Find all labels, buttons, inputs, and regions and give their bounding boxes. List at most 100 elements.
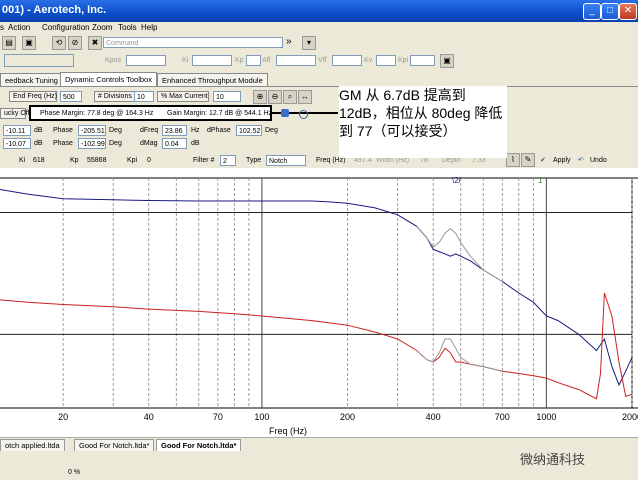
dmag-input[interactable]: 0.04 <box>162 138 187 149</box>
zoom-in-icon[interactable]: ⊕ <box>253 90 267 104</box>
filter-label: Filter # <box>193 157 215 164</box>
zoom-status: 0 % <box>68 469 81 476</box>
slider-knob-icon[interactable] <box>299 110 308 119</box>
x-tick-label: 1000 <box>536 412 556 422</box>
phase-label-1: Phase <box>53 127 73 134</box>
gain-label-kp: Kp <box>235 57 244 64</box>
phase-label-2: Phase <box>53 140 73 147</box>
save-gains-icon[interactable]: ▣ <box>440 54 454 68</box>
phase-margin-text: Phase Margin: 77.8 deg @ 164.3 Hz <box>40 110 154 117</box>
menu-file[interactable]: s <box>0 22 4 34</box>
gain-aff-input[interactable] <box>276 55 316 66</box>
zoom-out-icon[interactable]: ⊖ <box>268 90 282 104</box>
ki-value[interactable]: 618 <box>33 155 45 166</box>
clear-icon[interactable]: ⊘ <box>68 36 82 50</box>
x-tick-label: 40 <box>144 412 154 422</box>
status-bar: 0 % 微纳通科技 <box>0 451 638 480</box>
close-button[interactable]: ✕ <box>619 3 637 20</box>
bode-plot[interactable]: 20 40 70 100 200 400 700 1000 2000 Freq (Hz) \2/… <box>0 168 638 438</box>
axis-select[interactable] <box>4 54 74 67</box>
open-icon[interactable]: ▤ <box>2 36 16 50</box>
gain-label-kpos: Kpos <box>105 57 121 64</box>
divisions-label: # Divisions <box>94 91 136 102</box>
deg-unit-1: Deg <box>109 127 122 134</box>
menu-configuration[interactable]: Configuration <box>42 22 90 34</box>
type-label: Type <box>246 157 262 164</box>
forward-icon[interactable]: » <box>286 36 292 47</box>
gain-kv-input[interactable] <box>376 55 396 66</box>
pan-icon[interactable]: ↔ <box>298 90 312 104</box>
gains-toolbar: Kpos Ki Kp Aff Vff Kv Kpi ▣ <box>0 53 638 68</box>
hz-unit: Hz <box>191 127 200 134</box>
menu-bar: s Action Configuration Zoom Tools Help <box>0 22 638 34</box>
phase-input-1[interactable]: -205.51 <box>78 125 106 136</box>
settings-icon[interactable]: ▾ <box>302 36 316 50</box>
gain-kp-input[interactable] <box>246 55 261 66</box>
x-tick-label: 400 <box>426 412 441 422</box>
menu-zoom[interactable]: Zoom <box>92 22 112 34</box>
check-icon[interactable]: ✔ <box>540 155 546 166</box>
reset-icon[interactable]: ⟲ <box>52 36 66 50</box>
undo-button[interactable]: Undo <box>590 155 607 166</box>
x-tick-label: 2000 <box>622 412 638 422</box>
filter-shape-icon[interactable]: ⌇ <box>506 153 520 167</box>
dphase-input[interactable]: 102.52 <box>236 125 262 136</box>
gain-label-vff: Vff <box>318 57 327 64</box>
gain-vff-input[interactable] <box>332 55 362 66</box>
file-tabs: otch applied.ltda Good For Notch.ltda* G… <box>0 437 638 453</box>
deg-unit-2: Deg <box>109 140 122 147</box>
watermark-text: 微纳通科技 <box>520 452 586 467</box>
tab-dynamic-controls[interactable]: Dynamic Controls Toolbox <box>60 72 157 86</box>
save-icon[interactable]: ▣ <box>22 36 36 50</box>
kpi-value[interactable]: 0 <box>147 155 151 166</box>
gain-label-ki: Ki <box>182 57 189 64</box>
ki-label: Ki <box>19 157 26 164</box>
ucky-off-button[interactable]: ucky Off <box>0 108 30 119</box>
kp-label: Kp <box>70 157 79 164</box>
menu-help[interactable]: Help <box>141 22 157 34</box>
filter-marker[interactable]: 1 <box>538 176 543 185</box>
divisions-input[interactable]: 10 <box>134 91 154 102</box>
x-tick-label: 20 <box>58 412 68 422</box>
tab-enhanced-throughput[interactable]: Enhanced Throughput Module <box>157 73 268 86</box>
mag-input-2[interactable]: -10.07 <box>3 138 31 149</box>
end-freq-label: End Freq (Hz) <box>9 91 57 102</box>
annotation-text: GM 从 6.7dB 提高到 12dB，相位从 80deg 降低到 77（可以接… <box>339 87 503 139</box>
apply-button[interactable]: Apply <box>553 155 571 166</box>
dmag-label: dMag <box>140 140 158 147</box>
tab-divider <box>0 86 638 87</box>
zoom-fit-icon[interactable]: ⌕ <box>283 90 297 104</box>
command-input[interactable]: Command <box>103 37 283 48</box>
type-select[interactable]: Notch <box>266 155 306 166</box>
dfreq-input[interactable]: 23.86 <box>162 125 187 136</box>
slider-thumb[interactable] <box>281 109 289 117</box>
gain-kpi-input[interactable] <box>410 55 435 66</box>
kpi-label: Kpi <box>127 157 138 164</box>
kp-value[interactable]: 55868 <box>87 155 106 166</box>
tab-feedback-tuning[interactable]: eedback Tuning <box>0 73 63 86</box>
end-freq-input[interactable]: 500 <box>60 91 82 102</box>
filter-edit-icon[interactable]: ✎ <box>521 153 535 167</box>
max-current-input[interactable]: 10 <box>213 91 241 102</box>
title-bar: 001) - Aerotech, Inc. _ □ ✕ <box>0 0 638 22</box>
db-unit-1: dB <box>34 127 43 134</box>
db-unit-dmag: dB <box>191 140 200 147</box>
gain-ki-input[interactable] <box>192 55 232 66</box>
gain-label-kv: Kv <box>364 57 373 64</box>
x-tick-label: 70 <box>213 412 223 422</box>
phase-input-2[interactable]: -102.99 <box>78 138 106 149</box>
menu-action[interactable]: Action <box>8 22 30 34</box>
notch-marker[interactable]: \2/ <box>452 176 462 185</box>
mag-input-1[interactable]: -10.11 <box>3 125 31 136</box>
bode-plot-svg: 20 40 70 100 200 400 700 1000 2000 Freq (Hz) \2/… <box>0 168 638 438</box>
minimize-button[interactable]: _ <box>583 3 601 20</box>
maximize-button[interactable]: □ <box>601 3 619 20</box>
menu-tools[interactable]: Tools <box>118 22 137 34</box>
filter-select[interactable]: 2 <box>220 155 236 166</box>
filter-row: Ki 618 Kp 55868 Kpi 0 Filter # 2 Type No… <box>0 153 638 167</box>
margins-box: Phase Margin: 77.8 deg @ 164.3 Hz Gain M… <box>29 105 272 121</box>
gain-kpos-input[interactable] <box>126 55 166 66</box>
undo-icon[interactable]: ↶ <box>578 155 584 166</box>
stop-icon[interactable]: ✖ <box>88 36 102 50</box>
toolbar-main: ▤ ▣ ⟲ ⊘ ✖ Command » ▾ <box>0 35 638 50</box>
